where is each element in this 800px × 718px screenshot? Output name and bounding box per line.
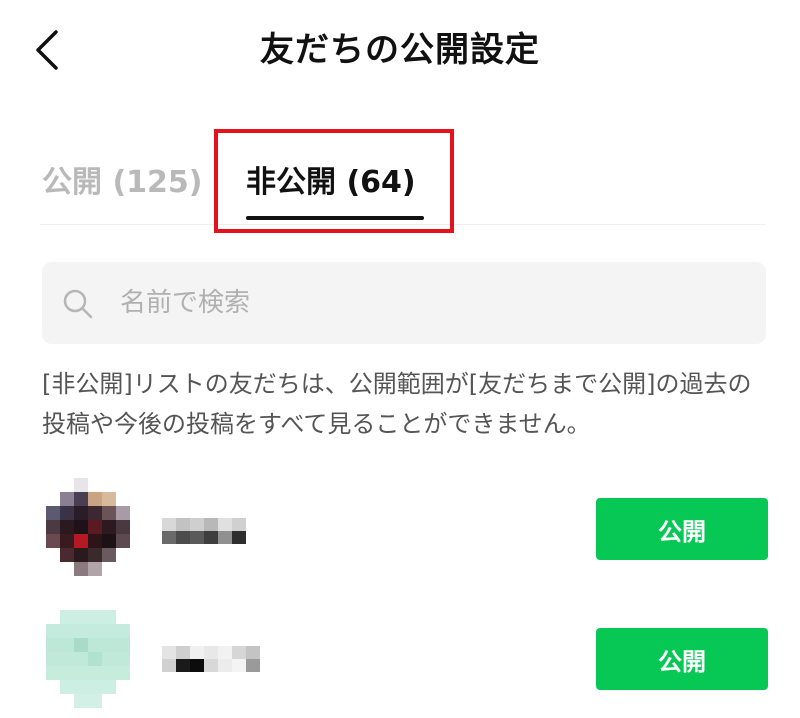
tab-public[interactable]: 公開 (125)	[42, 160, 203, 206]
friend-row: 公開	[0, 610, 800, 710]
friend-name-redacted	[162, 646, 262, 672]
make-public-button[interactable]: 公開	[596, 628, 768, 690]
friend-row: 公開	[0, 478, 800, 578]
search-icon	[63, 289, 93, 319]
header: 友だちの公開設定	[0, 0, 800, 100]
search-box[interactable]	[42, 262, 766, 344]
avatar[interactable]	[46, 478, 130, 576]
highlight-annotation-box	[214, 129, 454, 233]
private-list-notice: [非公開]リストの友だちは、公開範囲が[友だちまで公開]の過去の投稿や今後の投稿…	[42, 370, 752, 438]
avatar[interactable]	[46, 610, 130, 708]
page-title: 友だちの公開設定	[260, 30, 540, 70]
avatar-image	[46, 610, 130, 708]
search-input[interactable]	[120, 280, 740, 326]
avatar-image	[46, 478, 130, 576]
friend-name-redacted	[162, 518, 262, 544]
make-public-button[interactable]: 公開	[596, 498, 768, 560]
